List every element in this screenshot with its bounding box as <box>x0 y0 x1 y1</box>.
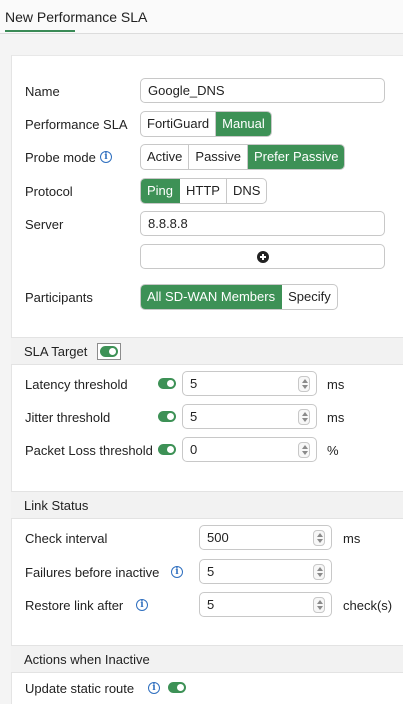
probe-option-prefer-passive[interactable]: Prefer Passive <box>247 145 345 169</box>
check-interval-value: 500 <box>207 530 229 545</box>
protocol-label: Protocol <box>25 184 73 199</box>
probe-option-active[interactable]: Active <box>141 145 190 169</box>
latency-threshold-input[interactable]: 5 <box>182 371 317 396</box>
restore-link-after-unit: check(s) <box>343 598 393 613</box>
sla-option-manual[interactable]: Manual <box>216 112 271 136</box>
probe-mode-label: Probe mode <box>25 150 96 165</box>
info-icon[interactable]: i <box>100 151 112 163</box>
title-underline <box>5 30 75 32</box>
failures-before-inactive-input[interactable]: 5 <box>199 559 332 584</box>
spinner-arrows-icon[interactable] <box>313 530 325 546</box>
name-label: Name <box>25 84 60 99</box>
update-static-route-toggle[interactable] <box>168 682 186 693</box>
jitter-threshold-value: 5 <box>190 409 198 424</box>
check-interval-input[interactable]: 500 <box>199 525 332 550</box>
restore-link-after-label: Restore link after <box>25 598 124 613</box>
sla-target-title: SLA Target <box>24 344 88 359</box>
latency-threshold-value: 5 <box>190 376 198 391</box>
probe-option-passive[interactable]: Passive <box>189 145 248 169</box>
protocol-toggle-group: Ping HTTP DNS <box>140 178 268 204</box>
plus-circle-icon <box>257 251 269 263</box>
protocol-option-http[interactable]: HTTP <box>180 179 227 203</box>
sla-target-section-header: SLA Target <box>11 337 403 365</box>
participants-toggle-group: All SD-WAN Members Specify <box>140 284 338 310</box>
server-input[interactable]: 8.8.8.8 <box>140 211 385 236</box>
participants-label: Participants <box>25 290 93 305</box>
jitter-threshold-toggle[interactable] <box>158 411 176 422</box>
info-icon[interactable]: i <box>148 682 160 694</box>
packet-loss-threshold-value: 0 <box>190 442 198 457</box>
sla-target-toggle[interactable] <box>97 343 121 360</box>
participants-option-specify[interactable]: Specify <box>282 285 337 309</box>
toggle-switch-icon <box>100 346 118 357</box>
info-icon[interactable]: i <box>171 566 183 578</box>
spinner-arrows-icon[interactable] <box>298 442 310 458</box>
latency-unit: ms <box>327 377 345 392</box>
dialog-header: New Performance SLA <box>0 0 403 34</box>
link-status-section-header: Link Status <box>11 491 403 519</box>
server-label: Server <box>25 217 64 232</box>
failures-before-inactive-label: Failures before inactive <box>25 565 160 580</box>
jitter-threshold-input[interactable]: 5 <box>182 404 317 429</box>
check-interval-label: Check interval <box>25 531 108 546</box>
packet-loss-unit: % <box>327 443 339 458</box>
packet-loss-threshold-label: Packet Loss threshold <box>25 443 153 458</box>
latency-threshold-label: Latency threshold <box>25 377 128 392</box>
probe-mode-toggle-group: Active Passive Prefer Passive <box>140 144 346 170</box>
sla-option-fortiguard[interactable]: FortiGuard <box>141 112 217 136</box>
spinner-arrows-icon[interactable] <box>313 597 325 613</box>
page-title: New Performance SLA <box>5 9 148 25</box>
info-icon[interactable]: i <box>136 599 148 611</box>
packet-loss-threshold-toggle[interactable] <box>158 444 176 455</box>
jitter-unit: ms <box>327 410 345 425</box>
add-server-button[interactable] <box>140 244 385 269</box>
check-interval-unit: ms <box>343 531 361 546</box>
performance-sla-label: Performance SLA <box>25 117 128 132</box>
jitter-threshold-label: Jitter threshold <box>25 410 111 425</box>
participants-option-all[interactable]: All SD-WAN Members <box>141 285 283 309</box>
protocol-option-ping[interactable]: Ping <box>141 179 181 203</box>
protocol-option-dns[interactable]: DNS <box>227 179 266 203</box>
restore-link-after-input[interactable]: 5 <box>199 592 332 617</box>
actions-when-inactive-section-header: Actions when Inactive <box>11 645 403 673</box>
failures-before-inactive-value: 5 <box>207 564 215 579</box>
spinner-arrows-icon[interactable] <box>298 409 310 425</box>
update-static-route-label: Update static route <box>25 681 135 696</box>
link-status-title: Link Status <box>24 498 89 513</box>
latency-threshold-toggle[interactable] <box>158 378 176 389</box>
restore-link-after-value: 5 <box>207 597 215 612</box>
actions-when-inactive-title: Actions when Inactive <box>24 652 150 667</box>
name-input[interactable]: Google_DNS <box>140 78 385 103</box>
packet-loss-threshold-input[interactable]: 0 <box>182 437 317 462</box>
spinner-arrows-icon[interactable] <box>313 564 325 580</box>
performance-sla-toggle-group: FortiGuard Manual <box>140 111 272 137</box>
spinner-arrows-icon[interactable] <box>298 376 310 392</box>
